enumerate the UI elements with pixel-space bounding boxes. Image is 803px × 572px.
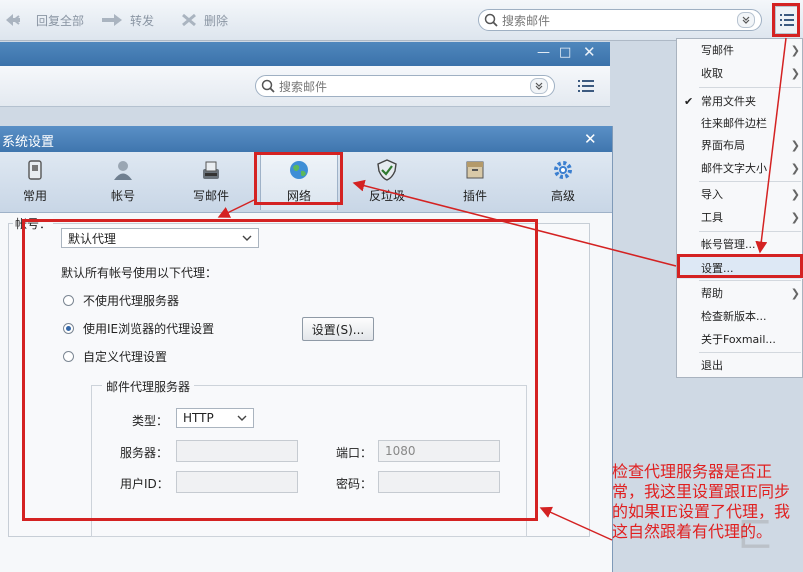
- menu-item-compose[interactable]: 写邮件 ❯: [677, 39, 803, 61]
- annotation-note: 检查代理服务器是否正常，我这里设置跟IE同步的如果IE设置了代理，我这自然跟着有…: [612, 462, 791, 541]
- double-chevron-down-icon: [535, 82, 543, 90]
- chevron-right-icon: ❯: [790, 161, 800, 175]
- tab-label: 帐号: [110, 189, 135, 203]
- mail-search-placeholder: 搜索邮件: [279, 79, 328, 94]
- menu-separator: [699, 231, 801, 232]
- forward-icon: [102, 14, 122, 26]
- reply-all-icon: [6, 14, 20, 26]
- menu-item-label: 导入: [701, 188, 723, 201]
- mail-window-toolbar: 搜索邮件: [0, 66, 610, 107]
- tab-label: 常用: [22, 189, 47, 203]
- menu-item-exit[interactable]: 退出: [677, 354, 803, 376]
- plugin-icon: [466, 161, 484, 179]
- main-search-placeholder: 搜索邮件: [502, 13, 551, 28]
- tab-antispam[interactable]: 反垃圾: [348, 154, 426, 210]
- mail-window-titlebar: — □ ✕: [0, 42, 610, 66]
- menu-item-label: 关于Foxmail...: [701, 333, 776, 346]
- menu-item-label: 往来邮件边栏: [701, 117, 767, 130]
- antispam-shield-icon: [377, 159, 397, 181]
- main-toolbar: 回复全部 转发 删除 搜索邮件: [0, 0, 803, 41]
- chevron-right-icon: ❯: [790, 286, 800, 300]
- tab-account[interactable]: 帐号: [84, 154, 162, 210]
- search-icon: [484, 13, 498, 27]
- mail-search-input[interactable]: 搜索邮件: [255, 75, 555, 97]
- menu-item-label: 界面布局: [701, 139, 745, 152]
- minimize-icon[interactable]: —: [537, 45, 550, 60]
- menu-item-label: 常用文件夹: [701, 95, 756, 108]
- advanced-gear-icon: [554, 161, 572, 179]
- mail-window: — □ ✕ 搜索邮件: [0, 42, 610, 107]
- double-chevron-down-icon: [742, 16, 750, 24]
- menu-item-font-size[interactable]: 邮件文字大小 ❯: [677, 157, 803, 179]
- delete-button[interactable]: 删除: [180, 11, 228, 29]
- delete-label: 删除: [204, 13, 229, 28]
- reply-all-button[interactable]: 回复全部: [4, 11, 84, 29]
- general-icon: [28, 160, 42, 180]
- highlight-network-tab: [254, 152, 343, 205]
- tab-label: 写邮件: [192, 189, 229, 203]
- menu-item-help[interactable]: 帮助 ❯: [677, 282, 803, 304]
- chevron-right-icon: ❯: [790, 138, 800, 152]
- search-icon: [261, 79, 275, 93]
- delete-icon: [182, 13, 196, 27]
- menu-item-account-management[interactable]: 帐号管理...: [677, 233, 803, 255]
- menu-item-tools[interactable]: 工具 ❯: [677, 206, 803, 228]
- tab-advanced[interactable]: 高级: [524, 154, 602, 210]
- menu-item-common-folders[interactable]: ✔ 常用文件夹: [677, 90, 803, 112]
- menu-item-label: 邮件文字大小: [701, 162, 767, 175]
- menu-item-label: 收取: [701, 67, 723, 80]
- menu-item-contacts-sidebar[interactable]: 往来邮件边栏: [677, 112, 803, 134]
- menu-item-label: 写邮件: [701, 44, 734, 57]
- forward-label: 转发: [130, 13, 155, 28]
- menu-separator: [699, 280, 801, 281]
- tab-label: 反垃圾: [368, 189, 405, 203]
- highlight-settings-item: [677, 254, 803, 278]
- tab-general[interactable]: 常用: [0, 154, 74, 210]
- chevron-right-icon: ❯: [790, 187, 800, 201]
- chevron-right-icon: ❯: [790, 66, 800, 80]
- menu-item-import[interactable]: 导入 ❯: [677, 183, 803, 205]
- main-search-input[interactable]: 搜索邮件: [478, 9, 762, 31]
- dialog-close-icon[interactable]: ✕: [584, 130, 597, 148]
- menu-item-layout[interactable]: 界面布局 ❯: [677, 134, 803, 156]
- maximize-icon[interactable]: □: [559, 45, 571, 60]
- menu-item-label: 帮助: [701, 287, 723, 300]
- mail-search-options-button[interactable]: [530, 78, 548, 94]
- highlight-proxy-panel: [22, 219, 538, 521]
- highlight-menu-button: [772, 3, 800, 37]
- check-icon: ✔: [684, 94, 694, 108]
- dialog-title: 系统设置: [2, 135, 55, 150]
- menu-separator: [699, 181, 801, 182]
- account-icon: [114, 161, 132, 180]
- main-dropdown-menu: 写邮件 ❯ 收取 ❯ ✔ 常用文件夹 往来邮件边栏 界面布局 ❯ 邮件文字大小 ❯ 导入 ❯…: [676, 38, 803, 378]
- menu-separator: [699, 352, 801, 353]
- settings-titlebar: 系统设置 ✕: [0, 126, 612, 152]
- menu-list-icon[interactable]: [577, 79, 595, 93]
- tab-label: 高级: [550, 189, 575, 203]
- chevron-right-icon: ❯: [790, 210, 800, 224]
- menu-item-label: 帐号管理...: [701, 238, 756, 251]
- tab-label: 插件: [462, 189, 487, 203]
- menu-item-check-update[interactable]: 检查新版本...: [677, 305, 803, 327]
- forward-button[interactable]: 转发: [100, 11, 154, 29]
- tab-compose[interactable]: 写邮件: [172, 154, 250, 210]
- menu-item-label: 工具: [701, 211, 723, 224]
- reply-all-label: 回复全部: [36, 13, 85, 28]
- chevron-right-icon: ❯: [790, 43, 800, 57]
- menu-item-label: 检查新版本...: [701, 310, 767, 323]
- menu-item-receive[interactable]: 收取 ❯: [677, 62, 803, 84]
- compose-icon: [203, 161, 219, 179]
- search-options-button[interactable]: [737, 12, 755, 28]
- close-icon[interactable]: ✕: [583, 43, 596, 61]
- tab-plugins[interactable]: 插件: [436, 154, 514, 210]
- menu-item-label: 退出: [701, 359, 723, 372]
- menu-item-about[interactable]: 关于Foxmail...: [677, 328, 803, 350]
- menu-separator: [699, 87, 801, 88]
